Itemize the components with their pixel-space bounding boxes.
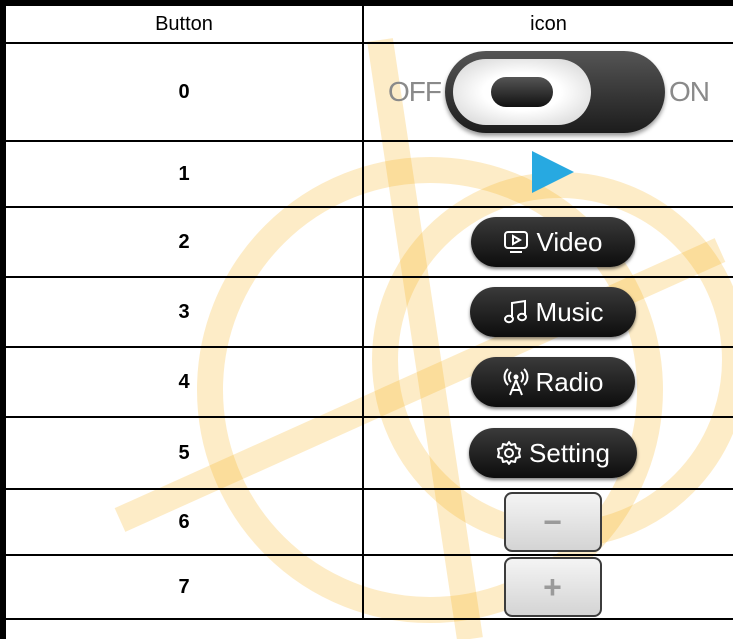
music-button[interactable]: Music [469, 287, 636, 337]
icon-cell: + [363, 555, 733, 619]
on-label: ON [669, 76, 710, 107]
icon-cell: Video [363, 207, 733, 277]
icon-cell: − [363, 489, 733, 555]
table-row: 5 Setting [6, 417, 733, 489]
toggle-switch[interactable]: OFF ON [388, 51, 710, 133]
radio-button[interactable]: Radio [470, 357, 635, 407]
icon-cell: OFF ON [363, 43, 733, 141]
icon-cell: Radio [363, 347, 733, 417]
setting-label: Setting [529, 437, 610, 468]
radio-label: Radio [535, 366, 604, 397]
table-row: 4 Radio [6, 347, 733, 417]
minus-button[interactable]: − [503, 492, 602, 552]
toggle-track [445, 51, 665, 133]
table-row: 1 [6, 141, 733, 207]
knob-grip-icon [491, 77, 553, 107]
music-note-icon [503, 299, 527, 324]
monitor-play-icon [504, 231, 529, 253]
table-row: 6 − [6, 489, 733, 555]
button-icon-table: Button icon 0 OFF ON 1 2 Video 3 Music 4… [6, 6, 733, 620]
button-number: 1 [6, 141, 364, 207]
button-number: 2 [6, 207, 364, 277]
setting-button[interactable]: Setting [468, 428, 637, 478]
button-number: 6 [6, 489, 364, 555]
table-row: 7 + [6, 555, 733, 619]
off-label: OFF [388, 76, 442, 107]
button-number: 0 [6, 43, 364, 141]
plus-button[interactable]: + [503, 557, 602, 617]
video-label: Video [536, 226, 603, 257]
icon-cell: Music [363, 277, 733, 347]
table-row: 2 Video [6, 207, 733, 277]
table-row: 0 OFF ON [6, 43, 733, 141]
button-number: 5 [6, 417, 364, 489]
icon-cell [363, 141, 733, 207]
play-icon[interactable] [531, 150, 574, 193]
antenna-icon [503, 368, 528, 396]
table-row: 3 Music [6, 277, 733, 347]
header-row: Button icon [6, 6, 733, 43]
button-number: 7 [6, 555, 364, 619]
video-button[interactable]: Video [470, 217, 635, 267]
toggle-knob [453, 59, 591, 125]
icon-cell: Setting [363, 417, 733, 489]
header-icon: icon [530, 12, 567, 35]
button-number: 3 [6, 277, 364, 347]
music-label: Music [535, 296, 604, 327]
header-button: Button [6, 6, 364, 43]
button-number: 4 [6, 347, 364, 417]
gear-icon [497, 441, 522, 465]
